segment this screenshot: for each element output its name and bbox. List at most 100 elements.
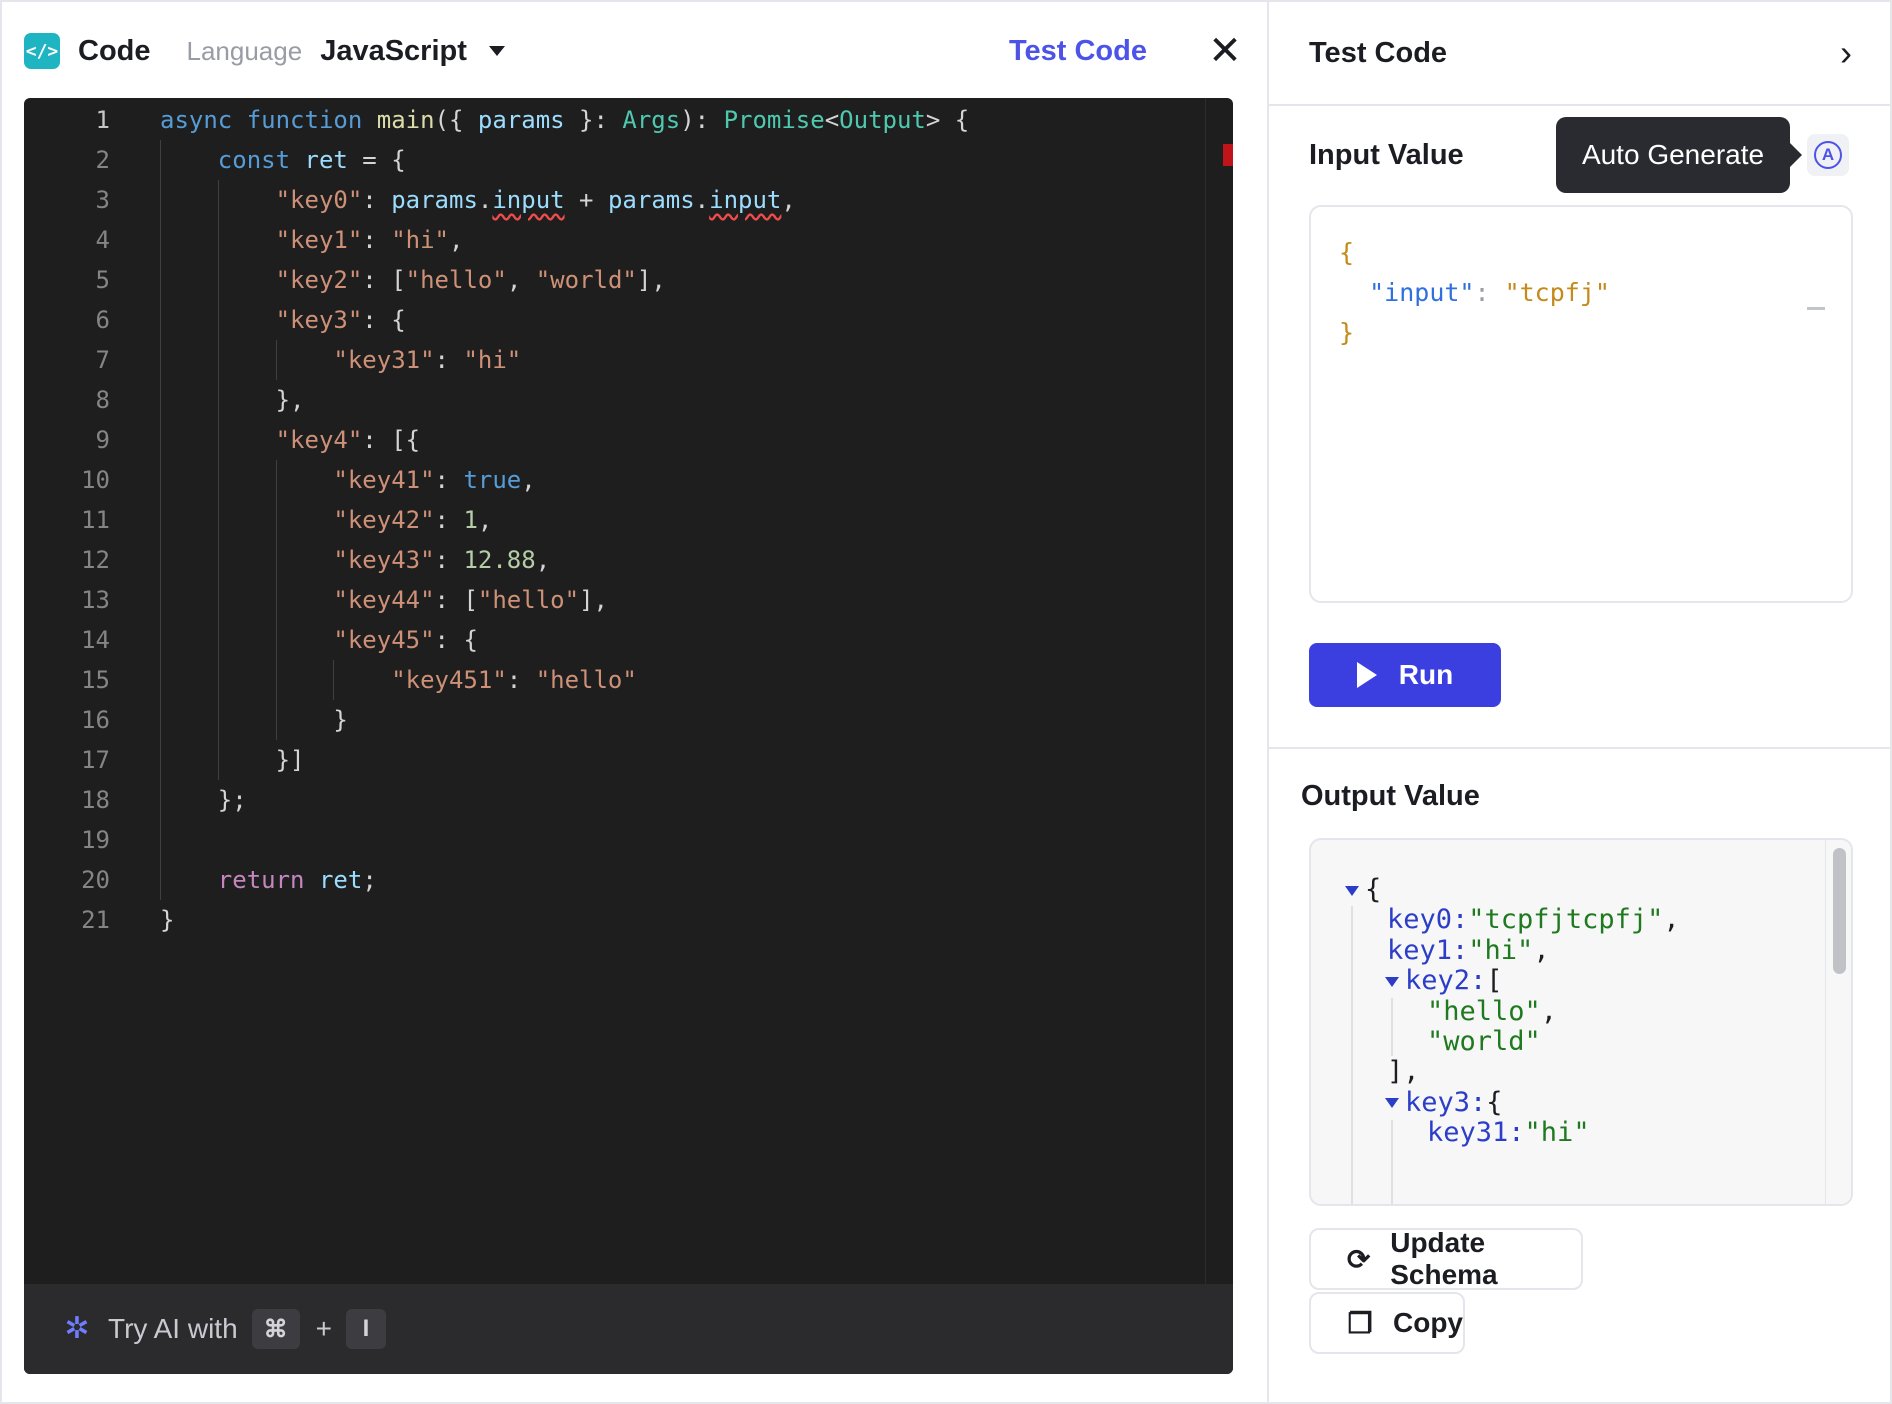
code-line[interactable]: 1 async function main({ params }: Args): … [24,100,1205,140]
code-line[interactable]: 4 "key1": "hi", [24,220,1205,260]
code-token: input [709,186,782,214]
json-brace-close: } [1339,318,1355,347]
code-line[interactable]: 5 "key2": ["hello", "world"], [24,260,1205,300]
output-token: key0: [1387,904,1469,936]
run-label: Run [1398,659,1454,690]
code-token: input [492,186,565,214]
code-line[interactable]: 7 "key31": "hi" [24,340,1205,380]
line-number: 1 [95,106,110,134]
code-line[interactable]: 13 "key44": ["hello"], [24,580,1205,620]
code-token: , [449,226,464,254]
code-line[interactable]: 6 "key3": { [24,300,1205,340]
code-token: "key42" [333,506,435,534]
indent-guide [160,620,161,660]
code-line[interactable]: 9 "key4": [{ [24,420,1205,460]
json-value: "tcpfj" [1504,278,1610,307]
code-line[interactable]: 15 "key451": "hello" [24,660,1205,700]
code-text: return ret; [218,860,377,900]
code-token: < [824,106,840,134]
auto-generate-button[interactable]: A [1807,134,1849,176]
indent-guide [160,700,161,740]
expand-toggle-icon[interactable] [1345,885,1359,896]
code-line[interactable]: 12 "key43": 12.88, [24,540,1205,580]
output-scrollbar[interactable] [1825,840,1851,1204]
indent-guide [160,220,161,260]
code-line[interactable]: 19 [24,820,1205,860]
code-line[interactable]: 16} [24,700,1205,740]
code-token: ret [304,146,348,174]
code-token: main [376,106,435,134]
line-number: 12 [81,546,110,574]
chevron-right-icon[interactable]: › [1840,32,1852,74]
code-token: params [607,186,695,214]
indent-guide [275,580,277,620]
output-token: , [1540,995,1558,1027]
code-token: : [506,666,536,694]
code-lines[interactable]: 1 async function main({ params }: Args): … [24,100,1205,940]
code-token: Promise [723,106,825,134]
code-token: + [564,186,608,214]
code-text: const ret = { [218,140,406,180]
code-token: : { [362,306,406,334]
close-icon[interactable]: ✕ [1205,31,1245,71]
code-text: "key41": true, [333,460,535,500]
output-json-viewer[interactable]: {key0:"tcpfjtcpfj", key1:"hi", key2:["hell… [1309,838,1853,1206]
scrollbar-thumb[interactable] [1833,848,1846,974]
output-token: , [1663,904,1680,936]
line-number: 3 [95,186,110,214]
auto-generate-tooltip: Auto Generate [1556,117,1802,193]
output-token: , [1533,934,1550,966]
code-line[interactable]: 10 "key41": true, [24,460,1205,500]
code-line[interactable]: 17}] [24,740,1205,780]
code-token: : [ [434,586,478,614]
indent-guide [217,500,219,540]
caret-down-icon[interactable] [488,46,505,56]
json-brace-open: { [1339,238,1355,267]
copy-button[interactable]: ❐ Copy [1309,1292,1465,1354]
code-editor[interactable]: 1 async function main({ params }: Args): … [24,98,1233,1374]
code-token: ): [680,106,724,134]
code-token: "key0" [275,186,363,214]
indent-guide [275,340,277,380]
code-token: "key3" [275,306,363,334]
output-tree-row: key31:"hi" [1427,1115,1590,1151]
code-token: : [362,226,392,254]
indent-guide [275,700,277,740]
test-code-link[interactable]: Test Code [1009,35,1147,68]
code-token: : [362,186,392,214]
code-token: "key31" [333,346,435,374]
ai-hint-bar[interactable]: ✲ Try AI with ⌘ + I [24,1284,1233,1374]
update-schema-button[interactable]: ⟳ Update Schema [1309,1227,1583,1290]
code-text: "key43": 12.88, [333,540,550,580]
refresh-icon: ⟳ [1346,1243,1371,1275]
output-tree-row[interactable]: { [1345,872,1381,908]
input-json-editor[interactable]: { "input": "tcpfj" } [1309,205,1853,603]
line-number: 20 [81,866,110,894]
play-icon [1356,662,1377,688]
language-select[interactable]: JavaScript [320,35,467,68]
code-line[interactable]: 21} [24,900,1205,940]
code-line[interactable]: 20 return ret; [24,860,1205,900]
indent-guide [160,420,161,460]
indent-guide [217,580,219,620]
code-line[interactable]: 3 "key0": params.input + params.input, [24,180,1205,220]
code-line[interactable]: 14 "key45": { [24,620,1205,660]
code-text: "key42": 1, [333,500,492,540]
code-token: ; [362,866,377,894]
output-token: "tcpfjtcpfj" [1468,904,1664,936]
editor-scrollbar[interactable] [1205,98,1233,1284]
code-line[interactable]: 18}; [24,780,1205,820]
indent-guide [160,340,161,380]
code-line[interactable]: 11 "key42": 1, [24,500,1205,540]
indent-guide [160,780,161,820]
code-line[interactable]: 8}, [24,380,1205,420]
ai-sparkle-icon: ✲ [64,1312,90,1345]
code-token: } [160,906,175,934]
expand-toggle-icon[interactable] [1385,1098,1399,1109]
expand-toggle-icon[interactable] [1385,976,1399,987]
run-button[interactable]: Run [1309,643,1501,707]
line-number: 11 [81,506,110,534]
indent-guide [160,580,161,620]
copy-icon: ❐ [1347,1307,1373,1339]
code-line[interactable]: 2 const ret = { [24,140,1205,180]
